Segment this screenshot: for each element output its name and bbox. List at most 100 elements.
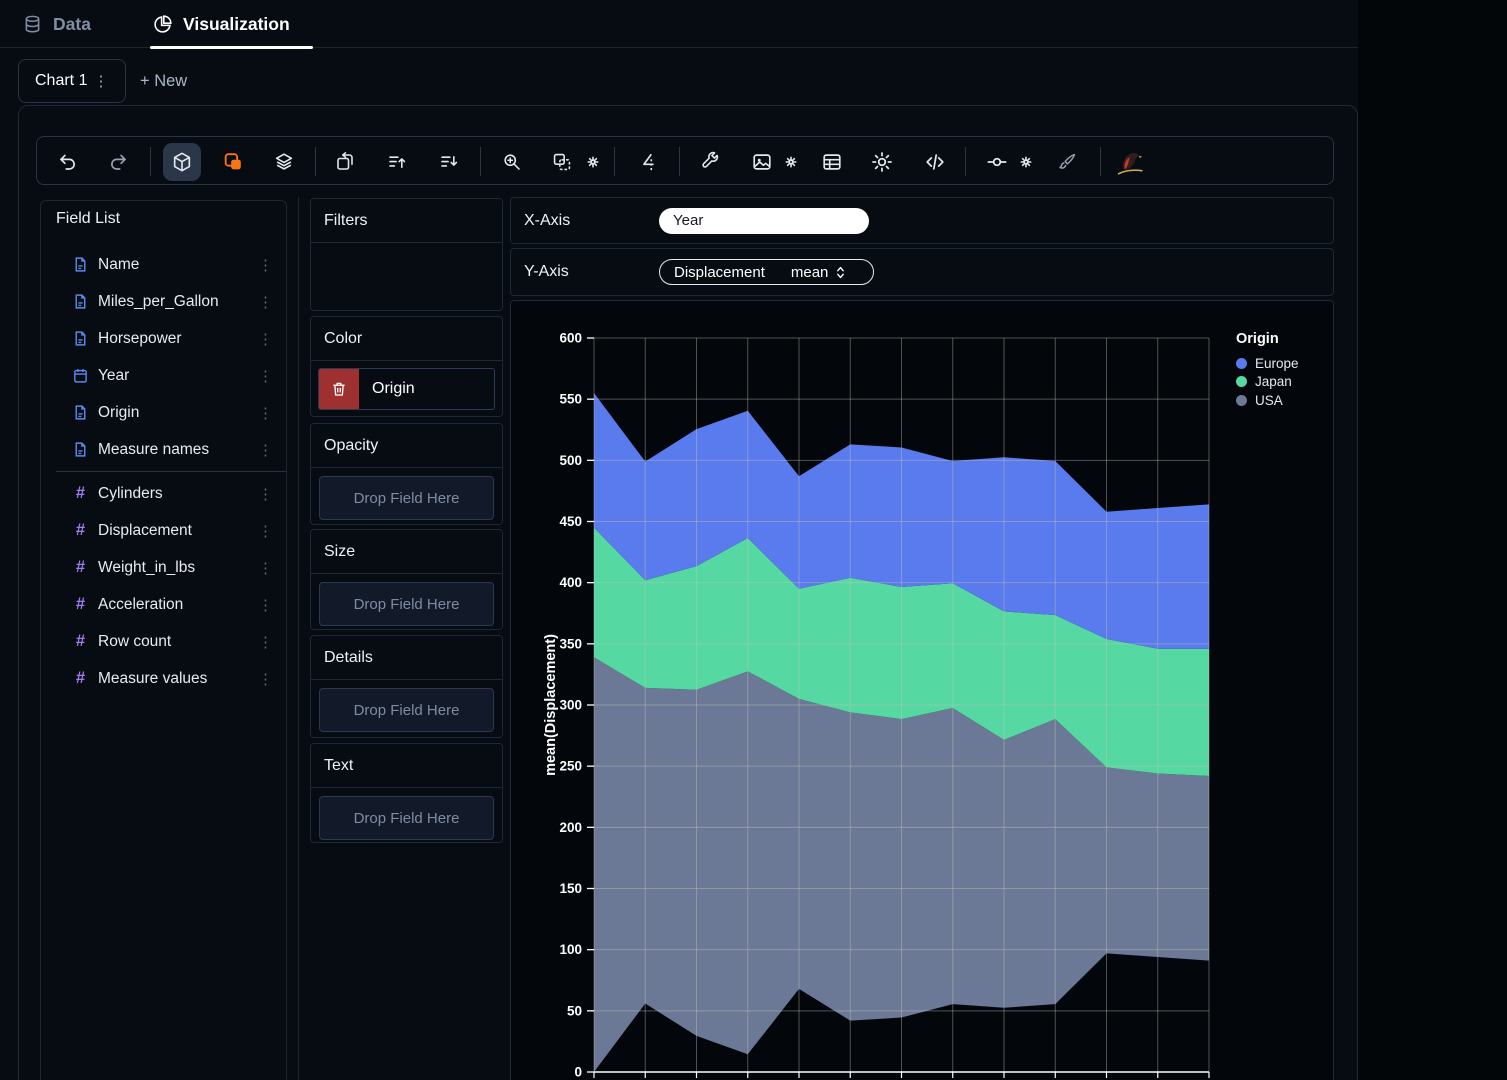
field-menu-icon[interactable]: ⋮ (252, 670, 287, 688)
svg-text:mean(Displacement): mean(Displacement) (543, 634, 559, 776)
text-drop-zone[interactable]: Drop Field Here (319, 796, 494, 840)
painter-brush-icon[interactable] (1057, 151, 1078, 172)
x-axis-shelf[interactable]: X-Axis Year (510, 197, 1334, 244)
export-image-config-gear-icon[interactable] (785, 156, 797, 168)
hash-measure-icon: # (72, 669, 89, 688)
toolbar-divider (965, 147, 966, 176)
limit-icon[interactable] (638, 151, 660, 173)
remove-field-trash-icon[interactable] (319, 369, 359, 409)
hash-measure-icon: # (72, 484, 89, 503)
details-drop-zone[interactable]: Drop Field Here (319, 688, 494, 732)
field-item-name[interactable]: Name ⋮ (40, 246, 287, 283)
aggregation-select[interactable]: mean (791, 264, 829, 281)
redo-icon[interactable] (108, 151, 129, 172)
field-menu-icon[interactable]: ⋮ (252, 330, 287, 348)
field-item-horsepower[interactable]: Horsepower ⋮ (40, 320, 287, 357)
svg-text:400: 400 (559, 575, 582, 590)
x-axis-field-pill[interactable]: Year (659, 208, 869, 234)
field-menu-icon[interactable]: ⋮ (252, 522, 287, 540)
tools-wrench-icon[interactable] (700, 151, 721, 172)
dimension-measure-divider (56, 471, 287, 472)
zoom-icon[interactable] (502, 151, 523, 172)
sort-descending-icon[interactable] (439, 151, 460, 172)
field-item-measure-names[interactable]: Measure names ⋮ (40, 431, 287, 468)
field-menu-icon[interactable]: ⋮ (252, 256, 287, 274)
chevron-updown-icon (836, 265, 845, 280)
legend-title: Origin (1236, 331, 1299, 347)
export-table-icon[interactable] (821, 151, 843, 173)
field-item-measure-values[interactable]: # Measure values ⋮ (40, 660, 287, 697)
field-menu-icon[interactable]: ⋮ (252, 293, 287, 311)
chart-tab-menu-icon[interactable]: ⋮ (93, 72, 108, 90)
tab-data[interactable]: Data (22, 0, 91, 48)
active-tab-indicator (150, 46, 313, 49)
field-item-year[interactable]: Year ⋮ (40, 357, 287, 394)
database-icon (22, 14, 43, 35)
kanaries-bird-logo-icon[interactable] (1114, 148, 1146, 175)
export-code-icon[interactable] (924, 151, 946, 173)
resize-config-gear-icon[interactable] (587, 156, 599, 168)
field-item-row-count[interactable]: # Row count ⋮ (40, 623, 287, 660)
settings-gear-icon[interactable] (871, 151, 893, 173)
field-menu-icon[interactable]: ⋮ (252, 596, 287, 614)
field-menu-icon[interactable]: ⋮ (252, 367, 287, 385)
field-menu-icon[interactable]: ⋮ (252, 441, 287, 459)
field-item-acceleration[interactable]: # Acceleration ⋮ (40, 586, 287, 623)
field-menu-icon[interactable]: ⋮ (252, 485, 287, 503)
scale-slider-icon[interactable] (986, 151, 1008, 173)
field-item-displacement[interactable]: # Displacement ⋮ (40, 512, 287, 549)
svg-text:150: 150 (559, 881, 582, 896)
field-menu-icon[interactable]: ⋮ (252, 633, 287, 651)
svg-text:600: 600 (559, 331, 582, 346)
legend-item-japan: Japan (1236, 373, 1299, 392)
sort-ascending-icon[interactable] (387, 151, 408, 172)
filters-card: Filters (310, 198, 503, 311)
y-axis-field-pill[interactable]: Displacement mean (659, 259, 874, 285)
chart-tab[interactable]: Chart 1 ⋮ (18, 59, 126, 103)
legend-dot (1236, 395, 1247, 406)
document-icon (72, 293, 89, 310)
mark-type-icon[interactable] (222, 151, 244, 173)
calendar-icon (72, 367, 89, 384)
color-card: Color Origin (310, 316, 503, 417)
stack-layers-icon[interactable] (273, 151, 295, 173)
chart-canvas: 050100150200250300350400450500550600mean… (510, 300, 1334, 1080)
color-field-label: Origin (359, 369, 415, 409)
pie-chart-icon (152, 14, 173, 35)
toolbar-divider (150, 147, 151, 176)
field-item-origin[interactable]: Origin ⋮ (40, 394, 287, 431)
field-item-cylinders[interactable]: # Cylinders ⋮ (40, 475, 287, 512)
transpose-icon[interactable] (335, 151, 356, 172)
toolbar-divider (315, 147, 316, 176)
field-item-miles-per-gallon[interactable]: Miles_per_Gallon ⋮ (40, 283, 287, 320)
y-axis-shelf[interactable]: Y-Axis Displacement mean (510, 248, 1334, 296)
details-title: Details (311, 636, 502, 680)
export-image-icon[interactable] (751, 151, 773, 173)
legend-dot (1236, 358, 1247, 369)
document-icon (72, 441, 89, 458)
tab-visualization[interactable]: Visualization (152, 0, 290, 48)
toolbar-divider (614, 147, 615, 176)
color-title: Color (311, 317, 502, 361)
field-menu-icon[interactable]: ⋮ (252, 559, 287, 577)
opacity-drop-zone[interactable]: Drop Field Here (319, 476, 494, 520)
hash-measure-icon: # (72, 595, 89, 614)
size-card: Size Drop Field Here (310, 529, 503, 630)
workspace: Data Visualization Chart 1 ⋮ + New (0, 0, 1358, 1080)
hash-measure-icon: # (72, 632, 89, 651)
resize-icon[interactable] (552, 151, 573, 172)
legend-item-usa: USA (1236, 391, 1299, 410)
field-menu-icon[interactable]: ⋮ (252, 404, 287, 422)
field-item-weight-in-lbs[interactable]: # Weight_in_lbs ⋮ (40, 549, 287, 586)
filters-drop-area[interactable] (311, 243, 502, 311)
hash-measure-icon: # (72, 521, 89, 540)
size-title: Size (311, 530, 502, 574)
aggregation-cube-icon[interactable] (163, 143, 201, 181)
stacked-area-chart: 050100150200250300350400450500550600mean… (511, 301, 1335, 1080)
text-card: Text Drop Field Here (310, 743, 503, 843)
new-chart-button[interactable]: + New (140, 59, 187, 103)
size-drop-zone[interactable]: Drop Field Here (319, 582, 494, 626)
undo-icon[interactable] (58, 151, 79, 172)
color-field-chip[interactable]: Origin (318, 368, 495, 410)
scale-config-gear-icon[interactable] (1020, 156, 1032, 168)
